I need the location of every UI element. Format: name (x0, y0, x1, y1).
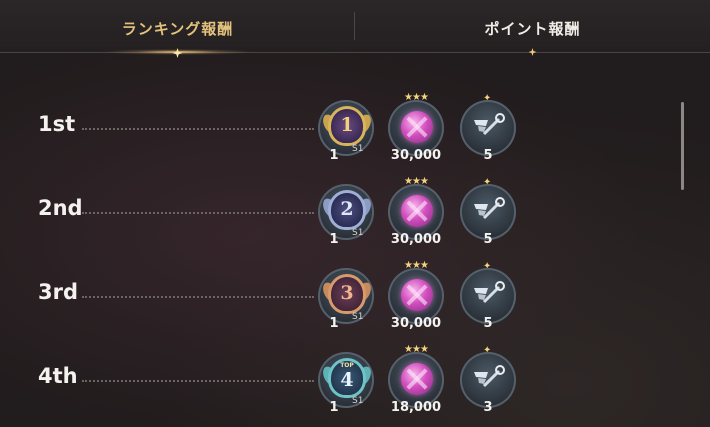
medal-quantity: 1 (329, 148, 339, 163)
reward-gem[interactable]: ★★★ 30,000 (386, 92, 446, 164)
reward-key[interactable]: ✦ 5 (458, 261, 518, 332)
medal-quantity: 1 (329, 232, 339, 247)
medal-season: S1 (352, 312, 364, 322)
reward-gem[interactable]: ★★★ 30,000 (386, 176, 446, 248)
medal-season: S1 (352, 144, 364, 154)
rank-medal-icon: TOP 4 (331, 361, 363, 395)
tab-point-rewards[interactable]: ポイント報酬 (355, 0, 710, 56)
reward-row: 2nd 2 1 S1 ★★★ 30,000 ✦ 5 (0, 176, 680, 248)
reward-gem[interactable]: ★★★ 18,000 (386, 344, 446, 416)
reward-row: 1st 1 1 S1 ★★★ 30,000 ✦ 5 (0, 92, 680, 164)
dotted-leader (82, 212, 314, 214)
medal-number: 4 (340, 369, 354, 391)
rank-label: 4th (38, 364, 78, 388)
gem-quantity: 30,000 (390, 232, 442, 247)
medal-season: S1 (352, 228, 364, 238)
gem-quantity: 30,000 (390, 316, 442, 331)
key-quantity: 5 (483, 148, 493, 163)
rank-label: 1st (38, 112, 76, 136)
gem-currency-icon (401, 279, 433, 311)
key-quantity: 5 (483, 232, 493, 247)
reward-key[interactable]: ✦ 3 (458, 345, 518, 416)
dotted-leader (82, 128, 314, 130)
medal-quantity: 1 (329, 316, 339, 331)
scrollbar[interactable] (681, 102, 684, 190)
medal-number: 3 (340, 282, 354, 304)
reward-key[interactable]: ✦ 5 (458, 177, 518, 248)
reward-row: 4th TOP 4 1 S1 ★★★ 18,000 ✦ 3 (0, 344, 680, 416)
reward-row: 3rd 3 1 S1 ★★★ 30,000 ✦ 5 (0, 260, 680, 332)
key-item-icon (474, 113, 505, 136)
gem-currency-icon (401, 111, 433, 143)
rank-medal-icon: 1 (331, 109, 363, 143)
key-item-icon (474, 365, 505, 388)
reward-gem[interactable]: ★★★ 30,000 (386, 260, 446, 332)
rank-label: 2nd (38, 196, 83, 220)
reward-medal[interactable]: 1 1 S1 (316, 98, 376, 164)
tab-bar: ランキング報酬 ポイント報酬 (0, 0, 710, 58)
reward-medal[interactable]: 3 1 S1 (316, 266, 376, 332)
dotted-leader (82, 296, 314, 298)
medal-number: 1 (340, 114, 354, 136)
medal-number: 2 (340, 198, 354, 220)
key-item-icon (474, 281, 505, 304)
reward-medal[interactable]: TOP 4 1 S1 (316, 350, 376, 416)
medal-quantity: 1 (329, 400, 339, 415)
gem-quantity: 18,000 (390, 400, 442, 415)
tab-ranking-rewards[interactable]: ランキング報酬 (0, 0, 355, 58)
reward-key[interactable]: ✦ 5 (458, 93, 518, 164)
reward-medal[interactable]: 2 1 S1 (316, 182, 376, 248)
rank-label: 3rd (38, 280, 79, 304)
gem-quantity: 30,000 (390, 148, 442, 163)
key-quantity: 5 (483, 316, 493, 331)
dotted-leader (82, 380, 314, 382)
medal-top-label: TOP (340, 362, 354, 369)
rank-medal-icon: 3 (331, 277, 363, 311)
key-quantity: 3 (483, 400, 493, 415)
gem-currency-icon (401, 363, 433, 395)
rank-medal-icon: 2 (331, 193, 363, 227)
medal-season: S1 (352, 396, 364, 406)
gem-currency-icon (401, 195, 433, 227)
key-item-icon (474, 197, 505, 220)
